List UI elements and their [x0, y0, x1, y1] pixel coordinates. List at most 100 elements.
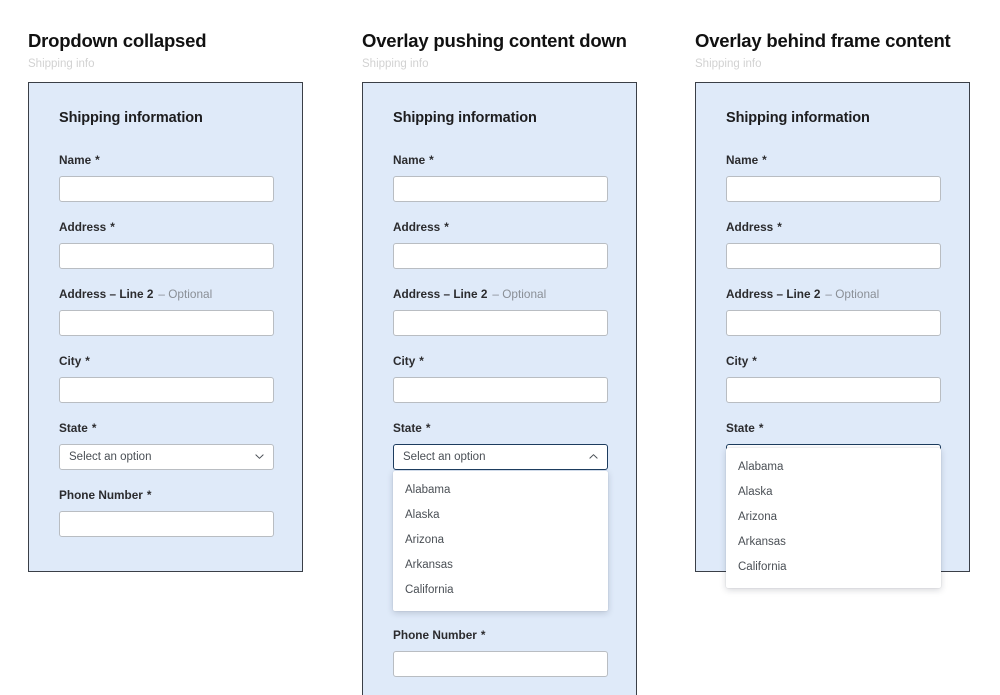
optional-marker: – Optional: [825, 287, 880, 301]
column-title: Overlay behind frame content: [695, 30, 951, 51]
optional-marker: – Optional: [158, 287, 213, 301]
form-title: Shipping information: [59, 110, 203, 126]
dropdown-option[interactable]: Arizona: [393, 528, 608, 553]
field-label-address-line-2: Address – Line 2 – Optional: [726, 287, 941, 301]
shipping-frame: Shipping information Name * Address * Add: [28, 82, 303, 572]
column-subtitle: Shipping info: [28, 58, 95, 70]
required-marker: *: [425, 421, 431, 435]
required-marker: *: [444, 220, 449, 234]
label-text: Address – Line 2: [393, 287, 488, 301]
field-label-city: City *: [726, 354, 941, 368]
frame-content: Shipping information Name * Address * Add: [696, 83, 969, 588]
address-input[interactable]: [59, 243, 274, 269]
label-text: State: [726, 421, 755, 435]
form-title: Shipping information: [726, 110, 870, 126]
frame-content: Shipping information Name * Address * Add: [363, 83, 636, 695]
dropdown-option[interactable]: Arkansas: [393, 553, 608, 578]
state-dropdown-menu[interactable]: Alabama Alaska Arizona Arkansas Californ…: [726, 448, 941, 588]
field-address: Address *: [726, 220, 941, 269]
city-input[interactable]: [393, 377, 608, 403]
dropdown-option[interactable]: Arizona: [726, 505, 941, 530]
field-label-city: City *: [59, 354, 274, 368]
field-label-city: City *: [393, 354, 608, 368]
address-line-2-input[interactable]: [393, 310, 608, 336]
field-address-line-2: Address – Line 2 – Optional: [726, 287, 941, 336]
frame-content: Shipping information Name * Address * Add: [29, 83, 302, 571]
field-label-address-line-2: Address – Line 2 – Optional: [59, 287, 274, 301]
dropdown-option[interactable]: Alaska: [726, 480, 941, 505]
label-text: Address: [393, 220, 441, 234]
column-subtitle: Shipping info: [695, 58, 762, 70]
city-input[interactable]: [726, 377, 941, 403]
required-marker: *: [419, 354, 424, 368]
field-phone-number: Phone Number*: [393, 628, 608, 677]
field-address-line-2: Address – Line 2 – Optional: [59, 287, 274, 336]
address-input[interactable]: [726, 243, 941, 269]
column-dropdown-collapsed: Dropdown collapsed Shipping info Shippin…: [28, 0, 340, 572]
label-text: Name: [393, 153, 426, 167]
field-address: Address *: [393, 220, 608, 269]
state-select-value: Select an option: [69, 451, 152, 463]
dropdown-option[interactable]: Arkansas: [726, 530, 941, 555]
label-text: Address: [59, 220, 107, 234]
dropdown-option[interactable]: California: [726, 555, 941, 580]
state-select-value: Select an option: [403, 451, 486, 463]
column-subtitle: Shipping info: [362, 58, 429, 70]
column-title: Overlay pushing content down: [362, 30, 627, 51]
address-line-2-input[interactable]: [726, 310, 941, 336]
dropdown-option[interactable]: Alaska: [393, 503, 608, 528]
required-marker: *: [146, 488, 152, 502]
required-marker: *: [85, 354, 90, 368]
dropdown-option[interactable]: Alabama: [393, 478, 608, 503]
field-phone-number: Phone Number*: [59, 488, 274, 537]
required-marker: *: [429, 153, 434, 167]
field-name: Name *: [59, 153, 274, 202]
form-title: Shipping information: [393, 110, 537, 126]
label-text: City: [726, 354, 749, 368]
field-label-state: State *: [726, 421, 941, 435]
state-select[interactable]: Select an option: [59, 444, 274, 470]
label-text: City: [393, 354, 416, 368]
shipping-frame: Shipping information Name * Address * Add: [362, 82, 637, 695]
required-marker: *: [480, 628, 486, 642]
field-state: State* Select an option Alabama Alaska A…: [726, 421, 941, 588]
dropdown-option[interactable]: California: [393, 578, 608, 603]
field-name: Name *: [393, 153, 608, 202]
field-state: State * Select an option: [393, 421, 608, 470]
required-marker: *: [777, 220, 782, 234]
phone-number-input[interactable]: [59, 511, 274, 537]
label-text: Phone Number: [393, 628, 477, 642]
dropdown-option[interactable]: Alabama: [726, 455, 941, 480]
column-title: Dropdown collapsed: [28, 30, 207, 51]
name-input[interactable]: [726, 176, 941, 202]
label-text: Name: [59, 153, 92, 167]
label-text: State: [393, 421, 422, 435]
field-label-name: Name *: [726, 153, 941, 167]
required-marker: *: [110, 220, 115, 234]
required-marker: *: [752, 354, 757, 368]
field-name: Name *: [726, 153, 941, 202]
city-input[interactable]: [59, 377, 274, 403]
field-city: City *: [59, 354, 274, 403]
name-input[interactable]: [59, 176, 274, 202]
optional-marker: – Optional: [492, 287, 547, 301]
state-select[interactable]: Select an option: [393, 444, 608, 470]
field-address: Address *: [59, 220, 274, 269]
address-input[interactable]: [393, 243, 608, 269]
state-dropdown-menu[interactable]: Alabama Alaska Arizona Arkansas Californ…: [393, 471, 608, 611]
label-text: Address – Line 2: [726, 287, 821, 301]
field-state: State * Select an option: [59, 421, 274, 470]
address-line-2-input[interactable]: [59, 310, 274, 336]
field-city: City *: [393, 354, 608, 403]
field-label-address: Address *: [59, 220, 274, 234]
name-input[interactable]: [393, 176, 608, 202]
phone-number-input[interactable]: [393, 651, 608, 677]
field-label-address: Address *: [726, 220, 941, 234]
field-address-line-2: Address – Line 2 – Optional: [393, 287, 608, 336]
label-text: City: [59, 354, 82, 368]
label-text: Address: [726, 220, 774, 234]
shipping-frame: Shipping information Name * Address * Add: [695, 82, 970, 588]
field-label-state: State *: [59, 421, 274, 435]
required-marker: *: [95, 153, 100, 167]
column-overlay-pushing-content-down: Overlay pushing content down Shipping in…: [362, 0, 674, 695]
